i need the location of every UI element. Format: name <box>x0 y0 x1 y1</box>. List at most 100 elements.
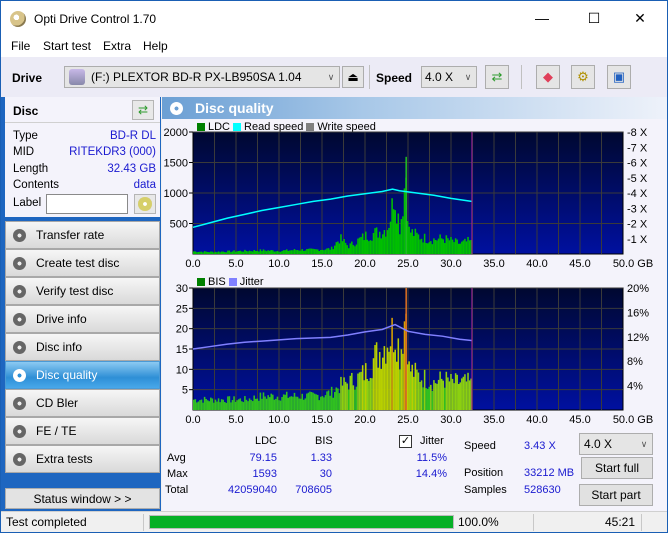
jitter-checkbox[interactable]: ✓ <box>399 435 412 448</box>
bar <box>419 239 421 254</box>
bar <box>273 251 276 254</box>
disc-icon <box>13 284 26 298</box>
close-button[interactable]: ✕ <box>617 1 663 35</box>
bar <box>306 393 308 410</box>
bar <box>389 346 392 410</box>
bar <box>405 288 407 410</box>
bar <box>442 380 445 410</box>
sidebar-item-extra-tests[interactable]: Extra tests <box>5 445 160 473</box>
bar <box>426 243 429 254</box>
bar <box>467 236 469 254</box>
stats-total-bis: 708605 <box>295 484 332 496</box>
bar <box>355 244 358 254</box>
bar <box>307 392 310 410</box>
bar <box>419 381 421 410</box>
bar <box>205 398 207 410</box>
settings-button[interactable]: ⚙ <box>571 65 595 89</box>
eject-button[interactable]: ⏏ <box>342 66 364 88</box>
minimize-button[interactable]: — <box>519 1 565 35</box>
start-part-button[interactable]: Start part <box>579 484 653 506</box>
bar <box>451 239 454 254</box>
sidebar-item-transfer-rate[interactable]: Transfer rate <box>5 221 160 249</box>
progress-text: 100.0% <box>458 515 499 529</box>
toolbar-divider <box>521 65 522 89</box>
y-tick-label: 30 <box>176 283 188 295</box>
status-window-button[interactable]: Status window > > <box>5 488 160 509</box>
bar <box>200 399 203 410</box>
bar <box>279 251 282 254</box>
bar <box>364 231 367 254</box>
disc-refresh-button[interactable]: ⇄ <box>132 100 154 120</box>
bar <box>296 250 299 254</box>
bar <box>197 251 200 254</box>
sidebar-item-disc-quality[interactable]: Disc quality <box>5 361 160 389</box>
y-right-tick-label: -2 X <box>627 219 648 231</box>
bar <box>369 240 372 254</box>
sidebar-item-cd-bler[interactable]: CD Bler <box>5 389 160 417</box>
start-full-button[interactable]: Start full <box>581 457 653 479</box>
sidebar-item-fe-te[interactable]: FE / TE <box>5 417 160 445</box>
bar <box>457 383 460 410</box>
bar <box>202 402 204 410</box>
bar <box>444 242 446 254</box>
erase-button[interactable]: ◆ <box>536 65 560 89</box>
bar <box>278 400 280 410</box>
bar <box>219 252 221 254</box>
bar <box>411 229 414 254</box>
bar <box>436 383 438 410</box>
bar <box>307 248 310 254</box>
speed-select[interactable]: 4.0 X ∨ <box>421 66 477 88</box>
stats-max-bis: 30 <box>319 468 332 480</box>
disc-label-input[interactable] <box>46 194 128 214</box>
bar <box>447 238 449 254</box>
bar <box>264 250 266 254</box>
bar <box>408 361 410 410</box>
bar <box>310 248 313 254</box>
bar <box>338 393 341 410</box>
sidebar-item-create-test-disc[interactable]: Create test disc <box>5 249 160 277</box>
bar <box>326 248 328 254</box>
bar <box>303 399 305 410</box>
bar <box>205 251 207 254</box>
bar <box>196 252 198 254</box>
bar <box>203 251 206 254</box>
x-tick-label: 5.0 <box>228 258 243 270</box>
menu-start-test[interactable]: Start test <box>43 39 91 53</box>
bar <box>462 240 465 254</box>
bar <box>453 383 455 410</box>
sidebar-item-verify-test-disc[interactable]: Verify test disc <box>5 277 160 305</box>
test-speed-select[interactable]: 4.0 X ∨ <box>579 433 653 455</box>
bar <box>256 398 259 410</box>
status-divider <box>533 514 534 531</box>
bar <box>222 399 224 410</box>
sidebar-item-disc-info[interactable]: Disc info <box>5 333 160 361</box>
disc-icon <box>13 368 26 382</box>
refresh-button[interactable]: ⇄ <box>485 65 509 89</box>
bar <box>282 394 285 410</box>
menu-file[interactable]: File <box>11 39 30 53</box>
bar <box>464 238 466 254</box>
menu-extra[interactable]: Extra <box>103 39 131 53</box>
y-tick-label: 10 <box>176 364 188 376</box>
status-divider <box>641 514 642 531</box>
bar <box>313 249 316 254</box>
sidebar-item-label: Verify test disc <box>36 284 114 298</box>
sidebar-item-drive-info[interactable]: Drive info <box>5 305 160 333</box>
title-bar: Opti Drive Control 1.70 — ☐ ✕ <box>1 1 667 35</box>
menu-help[interactable]: Help <box>143 39 168 53</box>
bar <box>352 245 355 254</box>
save-button[interactable]: ▣ <box>607 65 631 89</box>
bar <box>324 395 327 410</box>
bar <box>214 399 217 410</box>
drive-select[interactable]: (F:) PLEXTOR BD-R PX-LB950SA 1.04 ∨ <box>64 66 340 88</box>
bar <box>262 392 265 410</box>
disc-label-button[interactable] <box>134 194 156 214</box>
position-value: 33212 MB <box>524 467 575 479</box>
bar <box>292 250 294 254</box>
maximize-button[interactable]: ☐ <box>571 1 617 35</box>
speed-value: 3.43 X <box>524 440 556 452</box>
bar <box>213 402 215 410</box>
bar <box>303 250 305 254</box>
bar <box>340 376 342 410</box>
bar <box>338 243 341 254</box>
